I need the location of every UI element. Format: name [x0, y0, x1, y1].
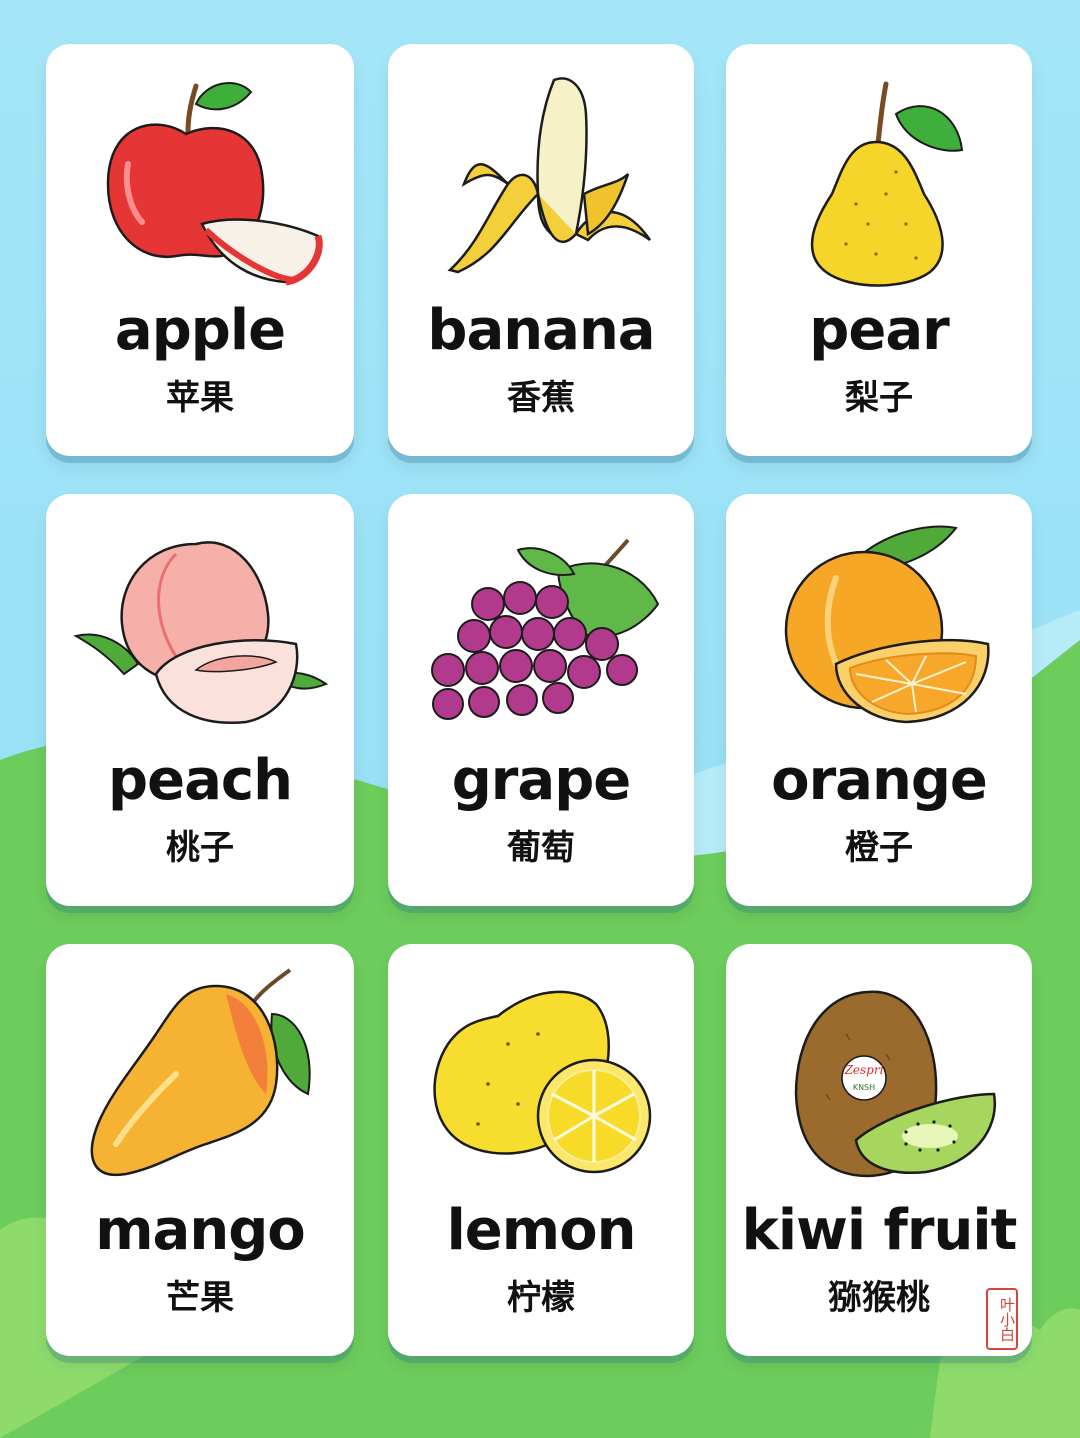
artist-seal-stamp: 叶小白: [986, 1288, 1018, 1350]
flashcard-orange[interactable]: orange 橙子: [726, 494, 1032, 906]
kiwi-illustration: Zespri KNSH: [794, 990, 997, 1178]
lemon-illustration: [433, 990, 652, 1174]
word-english: pear: [809, 298, 949, 363]
kiwi-sticker-brand: Zespri: [844, 1063, 884, 1077]
word-english: kiwi fruit: [741, 1198, 1018, 1263]
flashcard-lemon[interactable]: lemon 柠檬: [388, 944, 694, 1356]
grape-illustration: [431, 538, 660, 720]
word-chinese: 橙子: [845, 828, 913, 868]
word-english: apple: [114, 298, 286, 363]
word-chinese: 苹果: [166, 378, 234, 418]
word-chinese: 芒果: [166, 1278, 234, 1318]
word-english: banana: [427, 298, 655, 363]
flashcard-pear[interactable]: pear 梨子: [726, 44, 1032, 456]
word-chinese: 香蕉: [507, 378, 575, 418]
apple-illustration: [106, 82, 323, 286]
word-english: grape: [451, 748, 632, 813]
word-chinese: 柠檬: [507, 1278, 575, 1318]
word-english: peach: [108, 748, 293, 813]
flashcard-apple[interactable]: apple 苹果: [46, 44, 354, 456]
banana-illustration: [447, 77, 652, 274]
flashcard-peach[interactable]: peach 桃子: [46, 494, 354, 906]
flashcard-grape[interactable]: grape 葡萄: [388, 494, 694, 906]
pear-illustration: [810, 81, 964, 287]
flashcard-banana[interactable]: banana 香蕉: [388, 44, 694, 456]
word-english: lemon: [446, 1198, 637, 1263]
mango-illustration: [90, 968, 311, 1177]
word-chinese: 梨子: [845, 378, 913, 418]
word-english: orange: [771, 748, 988, 813]
word-chinese: 桃子: [166, 828, 234, 868]
word-english: mango: [95, 1198, 306, 1263]
word-chinese: 葡萄: [507, 828, 575, 868]
orange-illustration: [784, 525, 990, 724]
flashcard-mango[interactable]: mango 芒果: [46, 944, 354, 1356]
kiwi-sticker-sub: KNSH: [853, 1083, 875, 1092]
peach-illustration: [73, 541, 329, 724]
